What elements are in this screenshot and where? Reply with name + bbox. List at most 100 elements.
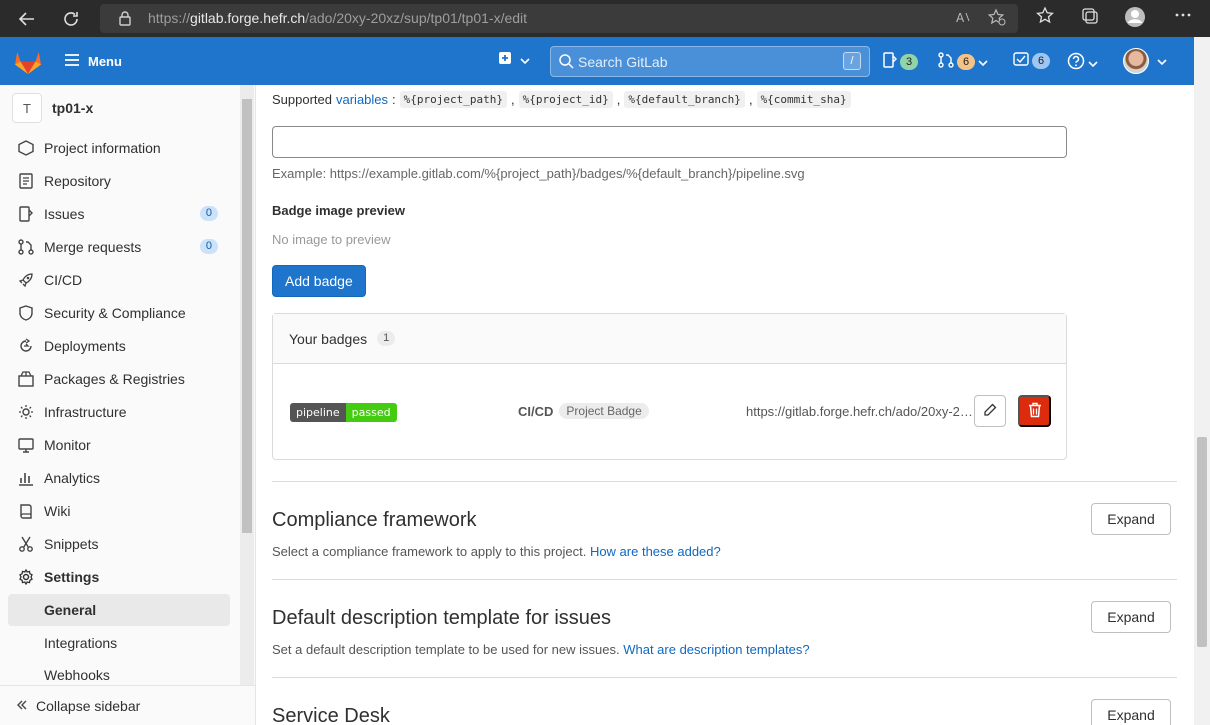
search-shortcut-hint: / <box>843 52 861 70</box>
create-new-button[interactable] <box>498 51 530 68</box>
sidebar-subitem-general[interactable]: General <box>8 594 230 626</box>
project-icon <box>12 140 40 156</box>
sidebar: T tp01-x Project information Repository … <box>0 85 256 725</box>
sidebar-item-deployments[interactable]: Deployments <box>8 330 230 362</box>
rocket-icon <box>12 272 40 288</box>
sidebar-item-label: Issues <box>44 206 85 222</box>
sidebar-item-snippets[interactable]: Snippets <box>8 528 230 560</box>
collapse-sidebar-button[interactable]: Collapse sidebar <box>0 685 255 725</box>
expand-compliance-button[interactable]: Expand <box>1091 503 1171 535</box>
chevron-down-icon <box>978 54 988 70</box>
chart-icon <box>12 470 40 486</box>
pipeline-badge-image[interactable]: pipeline passed <box>290 403 397 422</box>
sidebar-item-ci-cd[interactable]: CI/CD <box>8 264 230 296</box>
shield-icon <box>12 305 40 321</box>
user-menu-button[interactable] <box>1123 48 1167 74</box>
sidebar-item-merge-requests[interactable]: Merge requests 0 <box>8 231 230 263</box>
section-divider <box>272 677 1177 678</box>
sidebar-subitem-integrations[interactable]: Integrations <box>8 627 230 659</box>
merge-requests-count-badge: 6 <box>957 53 976 70</box>
browser-toolbar: https://gitlab.forge.hefr.ch/ado/20xy-20… <box>0 0 1210 37</box>
lock-icon <box>118 10 132 29</box>
delete-badge-button[interactable] <box>1018 395 1051 427</box>
main-menu-button[interactable]: Menu <box>64 49 122 73</box>
badge-kind-tag: Project Badge <box>559 403 649 419</box>
search-input[interactable]: Search GitLab / <box>550 46 870 77</box>
badge-name-label: CI/CD <box>518 403 554 419</box>
section-divider <box>272 481 1177 482</box>
deployments-icon <box>12 338 40 354</box>
issues-count-badge: 0 <box>199 206 218 221</box>
sidebar-item-issues[interactable]: Issues 0 <box>8 198 230 230</box>
sidebar-item-project-information[interactable]: Project information <box>8 132 230 164</box>
pencil-icon <box>983 403 997 420</box>
sidebar-item-monitor[interactable]: Monitor <box>8 429 230 461</box>
your-badges-header: Your badges 1 <box>273 314 1066 364</box>
expand-description-template-button[interactable]: Expand <box>1091 601 1171 633</box>
sidebar-item-label: Settings <box>44 569 100 585</box>
help-button[interactable] <box>1067 52 1098 73</box>
description-template-desc-text: Set a default description template to be… <box>272 642 620 657</box>
sidebar-item-label: Merge requests <box>44 239 142 255</box>
merge-requests-button[interactable]: 6 <box>938 52 988 71</box>
issues-icon <box>883 52 898 71</box>
sidebar-item-label: Monitor <box>44 437 91 453</box>
sidebar-item-packages-registries[interactable]: Packages & Registries <box>8 363 230 395</box>
sidebar-scrollbar[interactable] <box>240 85 254 685</box>
gitlab-logo-icon[interactable] <box>14 49 42 78</box>
favorites-icon[interactable] <box>1036 6 1056 26</box>
sidebar-project-header[interactable]: T tp01-x <box>12 93 93 123</box>
help-question-icon <box>1067 52 1085 73</box>
scissors-icon <box>12 536 40 552</box>
project-name: tp01-x <box>52 100 94 116</box>
package-icon <box>12 371 40 387</box>
issues-icon <box>12 206 40 222</box>
collections-icon[interactable] <box>1080 6 1100 26</box>
project-avatar: T <box>12 93 42 123</box>
todos-button[interactable]: 6 <box>1013 52 1051 69</box>
sidebar-item-label: Analytics <box>44 470 101 486</box>
avatar <box>1123 48 1149 74</box>
reload-icon[interactable] <box>58 6 84 32</box>
compliance-framework-desc: Select a compliance framework to apply t… <box>272 544 721 559</box>
supported-variables-line: Supported variables: %{project_path}, %{… <box>272 91 851 108</box>
variables-link[interactable]: variables <box>336 92 388 107</box>
page-scrollbar-thumb[interactable] <box>1197 437 1207 647</box>
page-scrollbar[interactable] <box>1194 37 1210 725</box>
menu-label: Menu <box>88 53 122 69</box>
more-options-icon[interactable] <box>1174 6 1192 24</box>
sidebar-item-analytics[interactable]: Analytics <box>8 462 230 494</box>
sidebar-item-label: Snippets <box>44 536 99 552</box>
sidebar-item-security-compliance[interactable]: Security & Compliance <box>8 297 230 329</box>
sidebar-item-repository[interactable]: Repository <box>8 165 230 197</box>
address-bar[interactable]: https://gitlab.forge.hefr.ch/ado/20xy-20… <box>100 4 1018 33</box>
profile-icon[interactable] <box>1124 6 1146 28</box>
edit-badge-button[interactable] <box>974 395 1006 427</box>
badge-preview-title: Badge image preview <box>272 203 405 218</box>
compliance-framework-title: Compliance framework <box>272 509 477 531</box>
sidebar-item-infrastructure[interactable]: Infrastructure <box>8 396 230 428</box>
sidebar-item-label: Project information <box>44 140 161 156</box>
merge-request-icon <box>12 239 40 255</box>
main-content: Supported variables: %{project_path}, %{… <box>256 85 1194 725</box>
sidebar-item-settings[interactable]: Settings <box>8 561 230 593</box>
description-template-help-link[interactable]: What are description templates? <box>623 642 809 657</box>
compliance-help-link[interactable]: How are these added? <box>590 544 721 559</box>
add-favorite-icon[interactable] <box>987 8 1006 29</box>
variable-token: %{commit_sha} <box>756 91 851 108</box>
sidebar-item-label: CI/CD <box>44 272 83 288</box>
issues-counter-button[interactable]: 3 <box>883 52 919 71</box>
sidebar-item-wiki[interactable]: Wiki <box>8 495 230 527</box>
add-badge-button[interactable]: Add badge <box>272 265 366 297</box>
back-icon[interactable] <box>14 6 40 32</box>
variable-token: %{default_branch} <box>624 91 745 108</box>
sidebar-item-label: Repository <box>44 173 111 189</box>
read-aloud-icon[interactable]: A <box>954 8 972 29</box>
expand-service-desk-button[interactable]: Expand <box>1091 699 1171 725</box>
double-chevron-left-icon <box>16 698 28 714</box>
sidebar-scrollbar-thumb[interactable] <box>242 99 252 533</box>
chevron-down-icon <box>1157 53 1167 69</box>
merge-request-icon <box>938 52 954 71</box>
cloud-gear-icon <box>12 404 40 420</box>
badge-image-url-input[interactable] <box>272 126 1067 158</box>
